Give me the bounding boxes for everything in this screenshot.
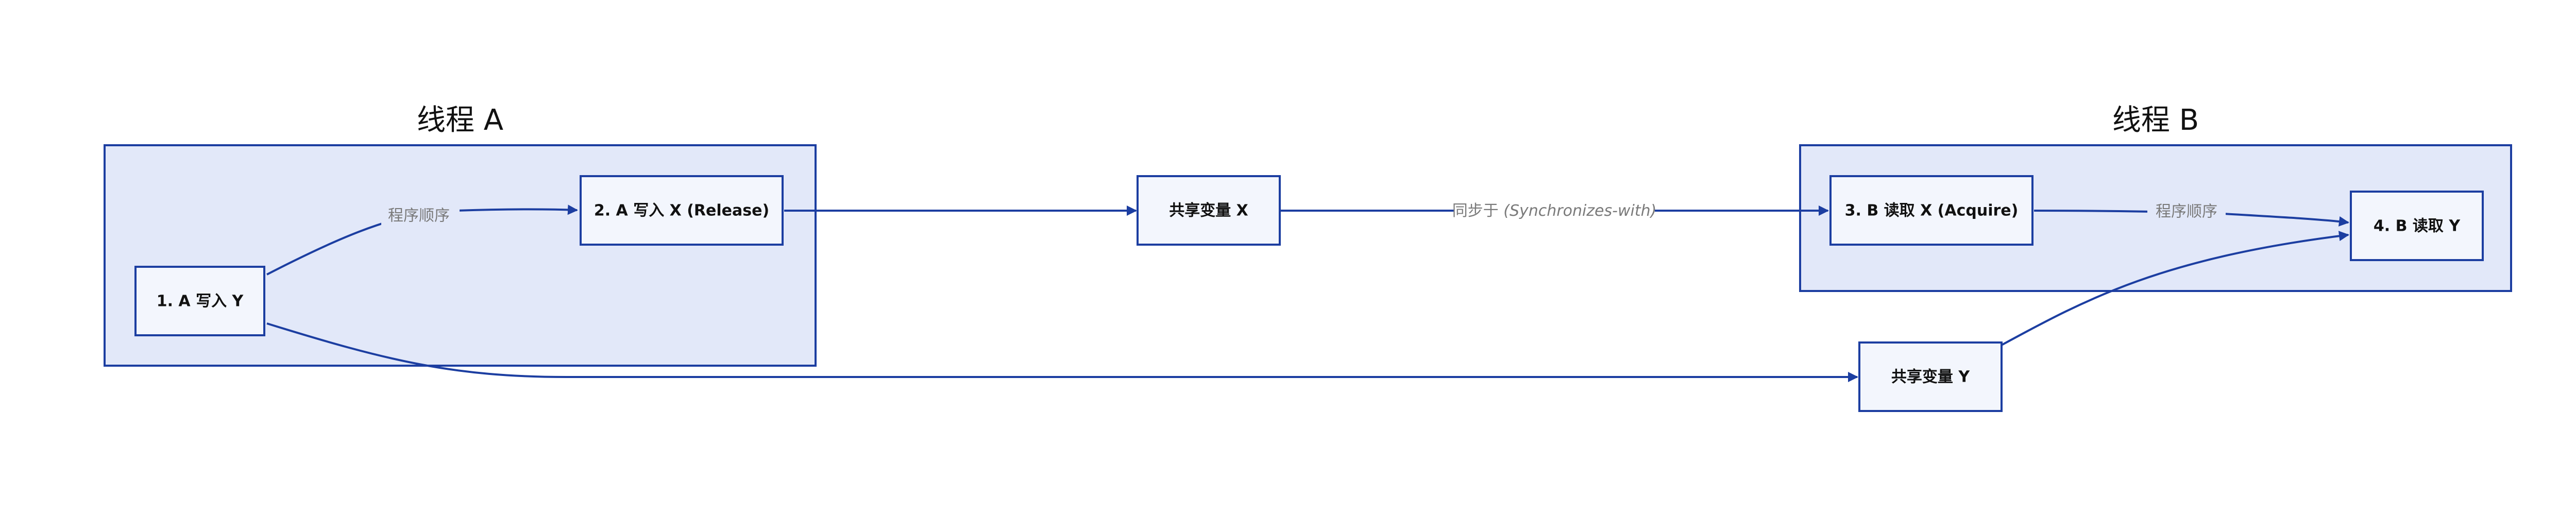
node-b-read-x-acquire-label: 3. B 读取 X (Acquire) xyxy=(1845,202,2019,220)
node-b-read-y-label: 4. B 读取 Y xyxy=(2374,217,2461,235)
node-a-write-x-release-label: 2. A 写入 X (Release) xyxy=(594,202,769,220)
edge-label-program-order-a-text: 程序顺序 xyxy=(388,207,450,225)
edge-label-program-order-b: 程序顺序 xyxy=(2147,201,2226,225)
node-b-read-y: 4. B 读取 Y xyxy=(2350,191,2484,261)
node-a-write-x-release: 2. A 写入 X (Release) xyxy=(580,175,784,246)
memory-ordering-diagram: 线程 A 线程 B 程序顺序 同步于 (Synchronizes-with) 程… xyxy=(104,104,2512,412)
node-b-read-x-acquire: 3. B 读取 X (Acquire) xyxy=(1829,175,2033,246)
cluster-thread-a-title: 线程 A xyxy=(417,104,503,137)
edge-label-program-order-a: 程序顺序 xyxy=(381,204,460,228)
edge-label-synchronizes-term: (Synchronizes-with) xyxy=(1503,202,1656,220)
edge-label-synchronizes-prefix: 同步于 xyxy=(1452,202,1504,220)
node-shared-x-label: 共享变量 X xyxy=(1169,202,1248,220)
node-shared-x: 共享变量 X xyxy=(1137,175,1281,246)
node-shared-y: 共享变量 Y xyxy=(1858,341,2003,412)
node-a-write-y: 1. A 写入 Y xyxy=(134,266,265,336)
cluster-thread-b-title: 线程 B xyxy=(2112,104,2199,137)
node-shared-y-label: 共享变量 Y xyxy=(1891,368,1970,386)
node-a-write-y-label: 1. A 写入 Y xyxy=(157,293,244,311)
edge-label-synchronizes-with: 同步于 (Synchronizes-with) xyxy=(1452,200,1657,224)
edge-label-synchronizes-with-text: 同步于 (Synchronizes-with) xyxy=(1452,202,1657,220)
edge-label-program-order-b-text: 程序顺序 xyxy=(2156,203,2217,221)
